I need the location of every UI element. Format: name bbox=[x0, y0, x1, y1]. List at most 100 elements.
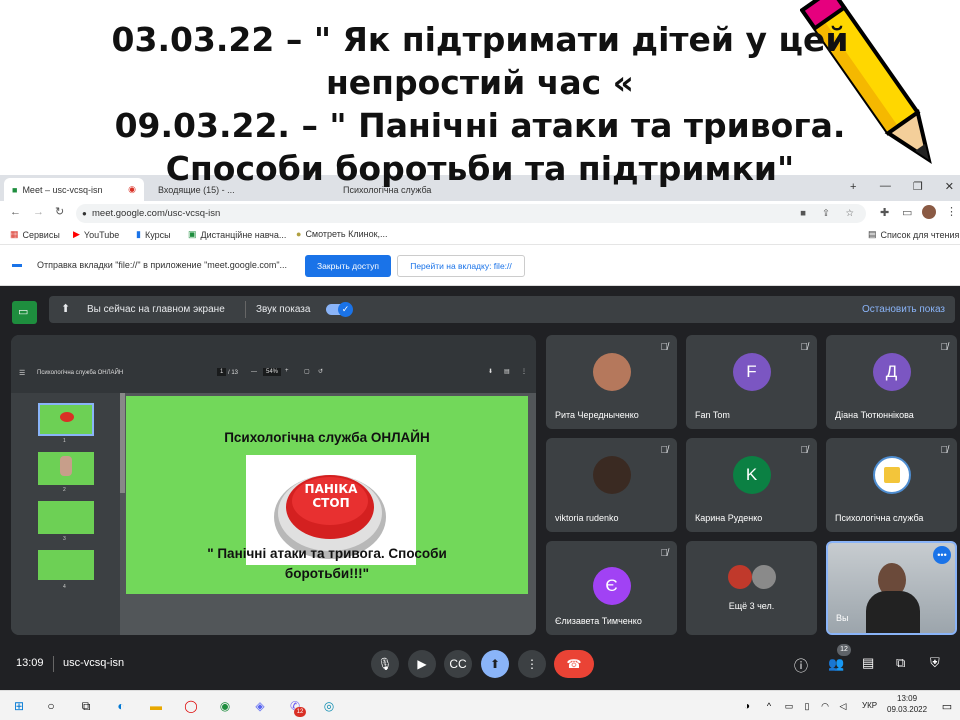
pdf-title: Психологічна служба ОНЛАЙН bbox=[37, 370, 124, 376]
bookmark-star-icon[interactable]: ☆ bbox=[845, 204, 854, 223]
avatar bbox=[592, 456, 631, 494]
volume-icon[interactable]: ◁ bbox=[834, 697, 852, 715]
more-options-icon[interactable]: ••• bbox=[933, 546, 951, 564]
avatar: F bbox=[732, 353, 771, 391]
captions-icon[interactable]: CC bbox=[444, 650, 472, 678]
participant-tile[interactable]: 🎙̸ F Fan Tom bbox=[686, 335, 817, 429]
close-access-button[interactable]: Закрыть доступ bbox=[305, 255, 391, 277]
people-tray-icon[interactable]: ◑ bbox=[738, 697, 756, 715]
present-screen-icon: ⬆ bbox=[61, 303, 71, 315]
zoom-out-icon[interactable]: — bbox=[251, 369, 257, 375]
more-icon[interactable]: ⋮ bbox=[521, 368, 527, 375]
participant-tile[interactable]: 🎙̸ viktoria rudenko bbox=[546, 438, 677, 532]
avatar: Д bbox=[872, 353, 911, 391]
notification-icon[interactable]: ▭ bbox=[938, 697, 956, 715]
profile-avatar[interactable] bbox=[922, 205, 936, 219]
reading-list-icon: ▤ bbox=[868, 229, 877, 239]
bookmark-services[interactable]: ▦ Сервисы bbox=[10, 229, 60, 240]
camera-icon[interactable]: ■ bbox=[800, 204, 806, 223]
edge-icon[interactable]: ◐ bbox=[112, 697, 130, 715]
url-field[interactable]: ● meet.google.com/usc-vcsq-isn ■ ⇪ ☆ bbox=[76, 204, 866, 223]
reload-icon[interactable]: ↻ bbox=[55, 205, 64, 218]
thumbnail-4[interactable] bbox=[38, 550, 94, 580]
panic-text-2: СТОП bbox=[312, 496, 350, 510]
pdf-scrollbar[interactable] bbox=[120, 393, 125, 493]
app-icon[interactable]: ◎ bbox=[320, 697, 338, 715]
participant-tile[interactable]: 🎙̸ Є Єлизавета Тимченко bbox=[546, 541, 677, 635]
people-icon[interactable]: 👥 bbox=[828, 656, 844, 672]
meeting-time: 13:09 bbox=[16, 657, 44, 669]
stop-sharing-button[interactable]: Остановить показ bbox=[862, 304, 945, 315]
youtube-icon: ▶ bbox=[73, 229, 80, 239]
participant-tile[interactable]: 🎙̸ Рита Чередныченко bbox=[546, 335, 677, 429]
bookmark-youtube[interactable]: ▶ YouTube bbox=[73, 229, 119, 240]
pdf-thumbnails: 1 2 3 4 bbox=[11, 393, 120, 635]
share-sound-toggle[interactable]: ✓ bbox=[326, 302, 353, 317]
pdf-total: / 13 bbox=[228, 370, 239, 376]
opera-icon[interactable]: ◯ bbox=[182, 697, 200, 715]
language-indicator[interactable]: УКР bbox=[862, 701, 877, 710]
bookmark-distance[interactable]: ▣ Дистанційне навча... bbox=[188, 229, 286, 240]
mic-off-icon: 🎙̸ bbox=[940, 342, 949, 353]
battery-icon[interactable]: ▯ bbox=[798, 697, 816, 715]
more-participants-tile[interactable]: Ещё 3 чел. bbox=[686, 541, 817, 635]
thumbnail-2[interactable] bbox=[38, 452, 94, 485]
clock-time[interactable]: 13:09 bbox=[897, 694, 917, 703]
more-options-icon[interactable]: ⋮ bbox=[518, 650, 546, 678]
share-url-icon[interactable]: ⇪ bbox=[822, 204, 830, 223]
wifi-icon[interactable]: ◠ bbox=[816, 697, 834, 715]
pdf-page-input[interactable]: 1 bbox=[217, 368, 227, 376]
participant-tile[interactable]: 🎙̸ Психологічна служба bbox=[826, 438, 957, 532]
avatar bbox=[592, 353, 631, 391]
avatar bbox=[752, 565, 776, 589]
avatar bbox=[872, 456, 911, 494]
browser-window: ■ Meet – usc-vcsq-isn ◉ Входящие (15) - … bbox=[0, 175, 960, 286]
extensions-icon[interactable]: ✚ bbox=[880, 206, 889, 219]
activities-icon[interactable]: ⧉ bbox=[896, 655, 905, 671]
self-view-tile[interactable]: ••• Вы bbox=[826, 541, 957, 635]
clock-date[interactable]: 09.03.2022 bbox=[887, 705, 927, 714]
microphone-icon[interactable]: 🎙 bbox=[371, 650, 399, 678]
share-sound-label: Звук показа bbox=[256, 304, 311, 315]
slide-line-4: Способи боротьби та підтримки" bbox=[165, 149, 795, 188]
fit-page-icon[interactable]: ▢ bbox=[304, 368, 310, 375]
file-explorer-icon[interactable]: ▬ bbox=[147, 697, 165, 715]
task-view-icon[interactable]: ⧉ bbox=[77, 697, 95, 715]
participant-tile[interactable]: 🎙̸ Д Діана Тютюннікова bbox=[826, 335, 957, 429]
camera-icon[interactable]: ▶ bbox=[408, 650, 436, 678]
bookmark-courses[interactable]: ▮ Курсы bbox=[136, 229, 171, 240]
tray-arrow-icon[interactable]: ^ bbox=[760, 697, 778, 715]
meet-controls-bar: 13:09 usc-vcsq-isn 🎙 ▶ CC ⬆ ⋮ ☎ ⓘ 👥 12 ▤… bbox=[0, 644, 960, 690]
download-icon[interactable]: ⬇ bbox=[488, 368, 493, 375]
present-icon[interactable]: ⬆ bbox=[481, 650, 509, 678]
back-icon[interactable]: ← bbox=[10, 206, 21, 218]
forward-icon[interactable]: → bbox=[33, 206, 44, 218]
goto-tab-button[interactable]: Перейти на вкладку: file:// bbox=[397, 255, 525, 277]
sidebar-icon[interactable]: ▭ bbox=[902, 206, 912, 219]
participant-tile[interactable]: 🎙̸ K Карина Руденко bbox=[686, 438, 817, 532]
menu-icon[interactable]: ⋮ bbox=[946, 205, 957, 218]
print-icon[interactable]: ▤ bbox=[504, 368, 510, 375]
chrome-icon[interactable]: ◉ bbox=[216, 697, 234, 715]
pdf-menu-icon[interactable]: ☰ bbox=[19, 369, 25, 377]
hang-up-icon[interactable]: ☎ bbox=[554, 650, 594, 678]
meeting-code: usc-vcsq-isn bbox=[63, 657, 125, 669]
presenting-icon: ▭ bbox=[12, 301, 37, 324]
rotate-icon[interactable]: ↺ bbox=[318, 368, 323, 375]
avatar bbox=[728, 565, 752, 589]
pdf-zoom[interactable]: 54% bbox=[263, 368, 282, 376]
bookmarks-bar: ▦ Сервисы ▶ YouTube ▮ Курсы ▣ Дистанційне на… bbox=[0, 225, 960, 245]
discord-icon[interactable]: ◈ bbox=[251, 697, 269, 715]
host-controls-icon[interactable]: ⛨ bbox=[930, 655, 940, 671]
thumbnail-3[interactable] bbox=[38, 501, 94, 534]
reading-list[interactable]: ▤ Список для чтения bbox=[868, 229, 959, 240]
info-icon[interactable]: ⓘ bbox=[794, 656, 808, 676]
windows-start-icon[interactable]: ⊞ bbox=[10, 697, 28, 715]
avatar: K bbox=[732, 456, 771, 494]
zoom-in-icon[interactable]: + bbox=[285, 368, 289, 374]
network-icon[interactable]: ▭ bbox=[780, 697, 798, 715]
chat-icon[interactable]: ▤ bbox=[862, 655, 874, 671]
thumbnail-1[interactable] bbox=[38, 403, 94, 436]
search-icon[interactable]: ○ bbox=[42, 697, 60, 715]
bookmark-watch[interactable]: ● Смотреть Клинок,... bbox=[296, 229, 388, 239]
